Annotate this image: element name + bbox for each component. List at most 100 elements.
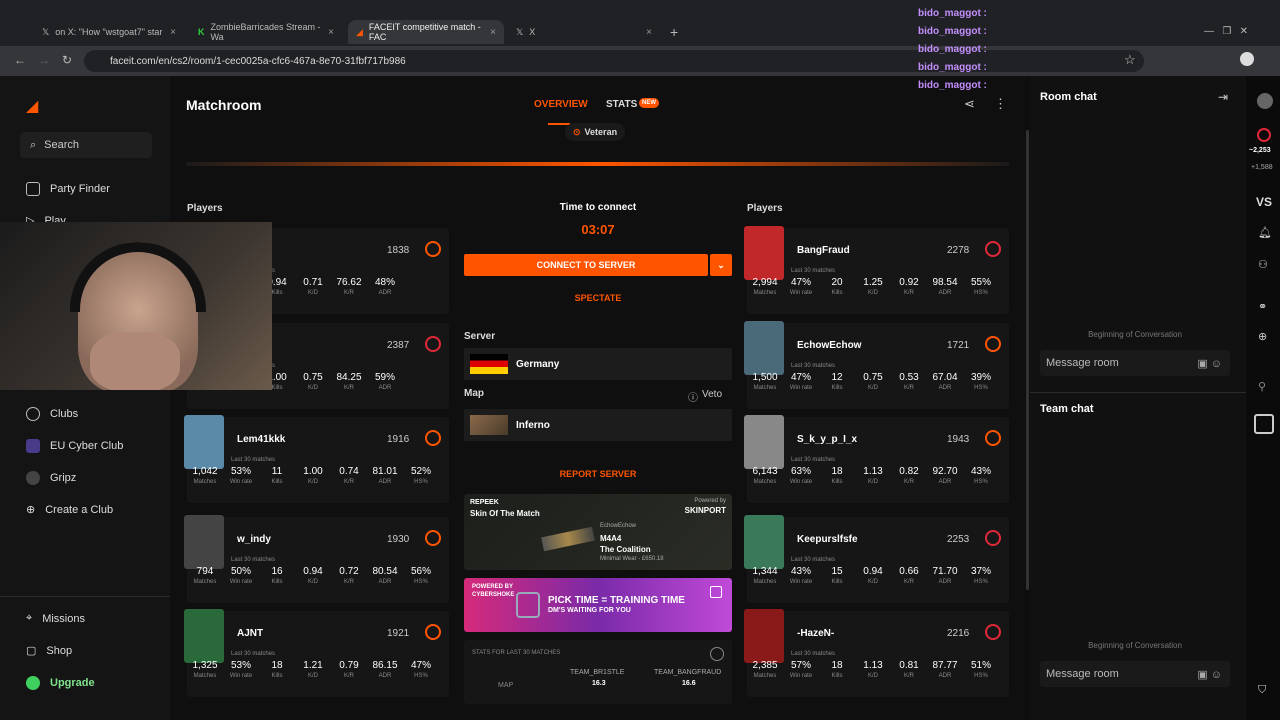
search-input[interactable]: ⌕ Search — [20, 132, 152, 158]
player-name[interactable]: w_indy — [237, 534, 271, 545]
user-icon[interactable]: ⚲ — [1258, 380, 1266, 393]
browser-tab[interactable]: 𝕏on X: "How "wstgoat7" star × — [34, 20, 184, 44]
stat-label: K/R — [343, 385, 354, 391]
browser-tab-active[interactable]: ◢ FACEIT competitive match - FAC × — [348, 20, 504, 44]
player-avatar[interactable] — [744, 321, 784, 375]
collapse-chat-icon[interactable]: ⇥ — [1218, 90, 1228, 104]
stat-value: 63% — [790, 466, 811, 477]
player-card[interactable]: BangFraud 2278 Last 30 matches 2,994 Matches… — [744, 226, 1009, 314]
close-icon[interactable]: × — [328, 27, 334, 38]
player-card[interactable]: Keepurslfsfe 2253 Last 30 matches 1,344 Matc… — [744, 515, 1009, 603]
close-icon[interactable]: × — [170, 27, 176, 38]
player-name[interactable]: Keepurslfsfe — [797, 534, 858, 545]
cybershoke-promo-banner[interactable]: POWERED BY CYBERSHOKE PICK TIME = TRAINI… — [464, 578, 732, 632]
image-icon[interactable]: ▣ ☺ — [1197, 357, 1222, 370]
close-icon[interactable]: × — [646, 27, 652, 38]
connect-to-server-button[interactable]: CONNECT TO SERVER — [464, 254, 708, 276]
player-card[interactable]: Lem41kkk 1916 Last 30 matches 1,042 Matches 5… — [184, 415, 449, 503]
stat-value: 51% — [970, 660, 991, 671]
stat-label: HS% — [414, 673, 428, 679]
elo-change: +1,588 — [1251, 164, 1273, 171]
report-server-link[interactable]: REPORT SERVER — [464, 469, 732, 479]
sidebar-item-party-finder[interactable]: Party Finder — [26, 182, 110, 196]
forward-icon[interactable]: → — [38, 53, 50, 67]
player-name[interactable]: AJNT — [237, 628, 263, 639]
browser-tab[interactable]: 𝕏 X × — [508, 20, 660, 44]
back-icon[interactable]: ← — [14, 53, 26, 67]
player-name[interactable]: S_k_y_p_I_x — [797, 434, 857, 445]
player-elo: 2216 — [947, 628, 970, 639]
sidebar-item-shop[interactable]: ▢ Shop — [26, 644, 72, 658]
window-controls[interactable]: — ❐ ✕ — [1204, 26, 1248, 37]
team-message-input[interactable]: Message room ▣ ☺ — [1040, 661, 1230, 687]
player-avatar[interactable] — [184, 609, 224, 663]
more-icon[interactable]: ⋮ — [994, 96, 1007, 112]
player-name[interactable]: EchowEchow — [797, 340, 861, 351]
tab-overview[interactable]: OVERVIEW — [534, 99, 588, 110]
sidebar-item-clubs[interactable]: Clubs — [26, 407, 78, 421]
stats-title: STATS FOR LAST 30 MATCHES — [472, 650, 561, 656]
promo-close-icon[interactable] — [710, 586, 722, 598]
player-avatar[interactable] — [744, 515, 784, 569]
main-scrollbar[interactable] — [1026, 130, 1029, 590]
player-avatar[interactable] — [744, 609, 784, 663]
image-icon[interactable]: ▣ ☺ — [1197, 668, 1222, 681]
club-avatar — [26, 439, 40, 453]
skin-of-the-match-card[interactable]: REPEEK Skin Of The Match Powered by SKIN… — [464, 494, 732, 570]
bookmark-star-icon[interactable]: ☆ — [1124, 52, 1136, 68]
add-icon[interactable]: ⊕ — [1258, 330, 1267, 343]
bell-icon[interactable]: 🔔︎ — [1258, 226, 1272, 239]
sidebar-item-missions[interactable]: ⌖ Missions — [26, 612, 85, 625]
share-icon[interactable]: ⋖ — [964, 96, 975, 112]
tab-stats[interactable]: STATS — [606, 99, 637, 110]
player-name[interactable]: -HazeN- — [797, 628, 834, 639]
settings-icon[interactable] — [710, 647, 724, 661]
stat-value: 59% — [374, 372, 395, 383]
veteran-icon: ⊙ — [573, 126, 581, 137]
divider — [1030, 392, 1246, 393]
connect-options-dropdown[interactable]: ⌄ — [710, 254, 732, 276]
player-avatar[interactable] — [744, 415, 784, 469]
player-card[interactable]: S_k_y_p_I_x 1943 Last 30 matches 6,143 Match… — [744, 415, 1009, 503]
player-card[interactable]: AJNT 1921 Last 30 matches 1,325 Matches 53% Wi… — [184, 609, 449, 697]
party-icon[interactable]: ⚭ — [1258, 300, 1267, 313]
stat-value: 1,500 — [752, 372, 778, 383]
profile-icon[interactable] — [1240, 52, 1254, 66]
notifications-icon[interactable]: ⛉ — [1258, 684, 1266, 697]
stat-label: HS% — [974, 385, 988, 391]
stat-label: Matches — [193, 673, 217, 679]
close-icon[interactable]: × — [490, 27, 496, 38]
player-name[interactable]: Lem41kkk — [237, 434, 285, 445]
player-avatar[interactable] — [184, 415, 224, 469]
veto-button[interactable]: ⓘ Veto — [688, 389, 722, 404]
faceit-logo-icon: ◢ — [356, 26, 363, 37]
sidebar-item-club[interactable]: Gripz — [26, 471, 76, 485]
spectate-link[interactable]: SPECTATE — [464, 293, 732, 303]
avatar[interactable] — [1257, 93, 1273, 109]
last30-label: Last 30 matches — [231, 557, 276, 563]
player-card[interactable]: EchowEchow 1721 Last 30 matches 1,500 Matche… — [744, 321, 1009, 409]
player-name[interactable]: BangFraud — [797, 245, 850, 256]
browser-tab[interactable]: K ZombieBarricades Stream - Wa × — [190, 20, 342, 44]
stat-value: 0.81 — [899, 660, 919, 671]
player-card[interactable]: -HazeN- 2216 Last 30 matches 2,385 Matches 57… — [744, 609, 1009, 697]
stat-value: 1.00 — [303, 466, 323, 477]
reload-icon[interactable]: ↻ — [62, 53, 72, 67]
player-card[interactable]: w_indy 1930 Last 30 matches 794 Matches 50% Wi… — [184, 515, 449, 603]
player-avatar[interactable] — [744, 226, 784, 280]
stream-chat-username: bido_maggot : — [918, 26, 987, 37]
sidebar-label: Missions — [42, 612, 85, 625]
anticheat-icon[interactable] — [1254, 414, 1274, 434]
sidebar-item-club[interactable]: EU Cyber Club — [26, 439, 123, 453]
stat-value: 50% — [230, 566, 251, 577]
map-column: MAP — [498, 682, 514, 689]
room-message-input[interactable]: Message room ▣ ☺ — [1040, 350, 1230, 376]
sidebar-item-upgrade[interactable]: Upgrade — [26, 676, 95, 690]
faceit-logo-icon[interactable]: ◢ — [26, 96, 38, 116]
vs-icon[interactable]: VS — [1256, 195, 1272, 209]
friends-icon[interactable]: ⚇ — [1258, 258, 1268, 271]
create-club-button[interactable]: ⊕ Create a Club — [26, 503, 113, 517]
stat-cell: 80.54 ADR — [367, 567, 403, 587]
new-tab-button[interactable]: + — [670, 24, 678, 40]
player-avatar[interactable] — [184, 515, 224, 569]
